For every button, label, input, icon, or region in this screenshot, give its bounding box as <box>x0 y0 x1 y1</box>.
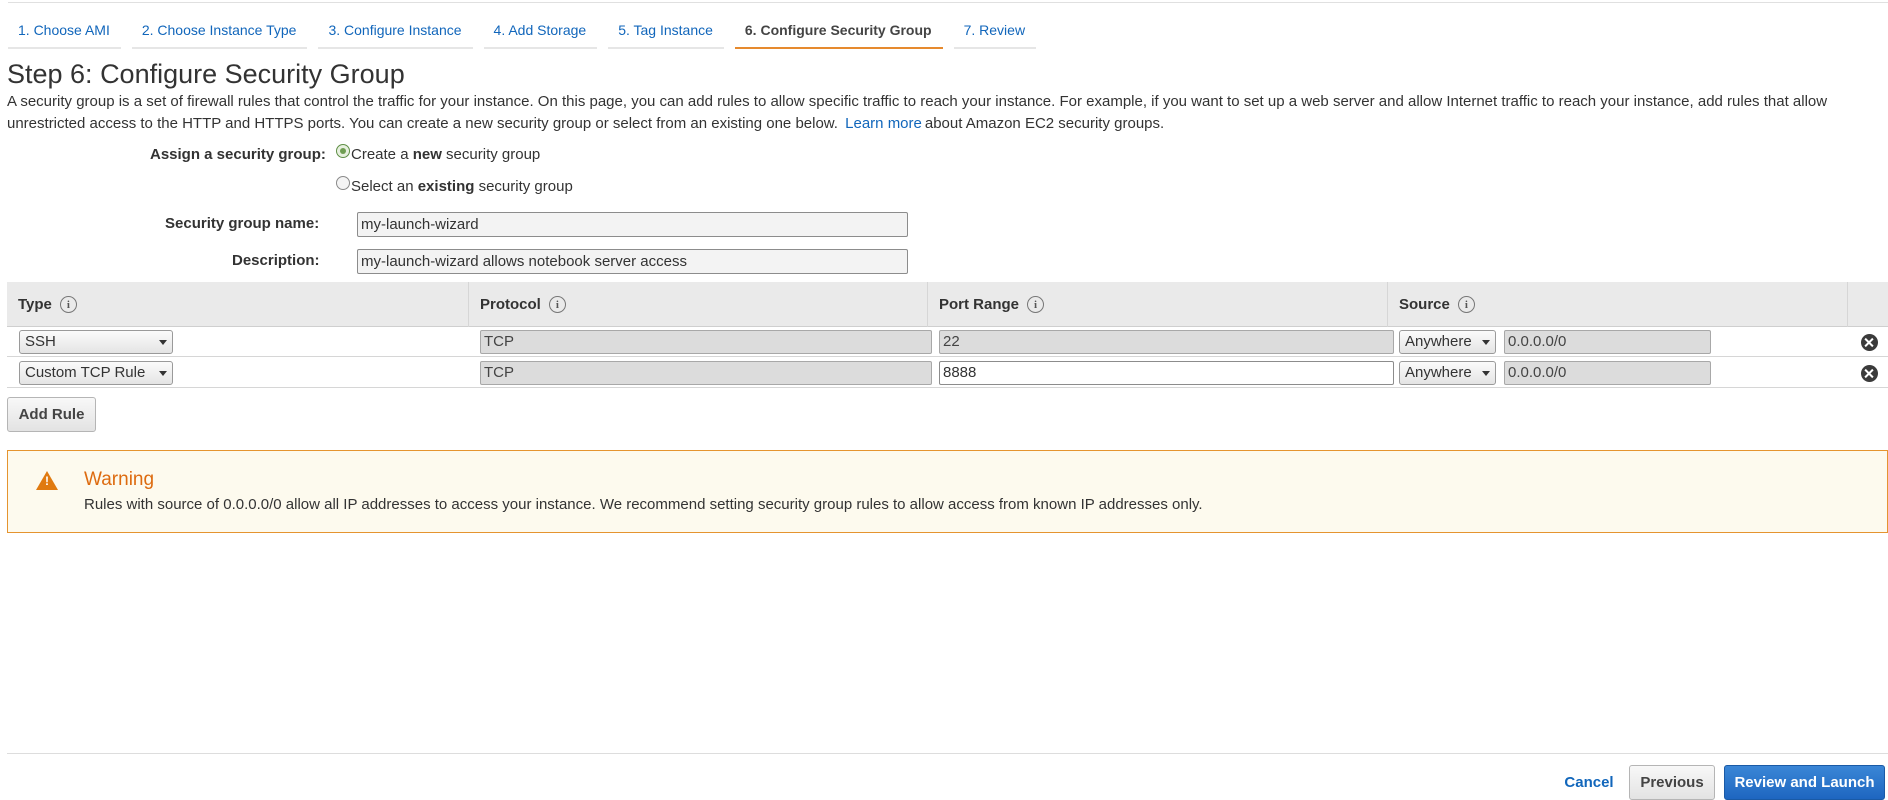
learn-more-link[interactable]: Learn more <box>845 115 922 132</box>
intro-paragraph: A security group is a set of firewall ru… <box>7 91 1879 135</box>
review-and-launch-button[interactable]: Review and Launch <box>1724 765 1885 800</box>
chevron-down-icon <box>159 340 167 345</box>
rule-type-select[interactable]: Custom TCP Rule <box>19 361 173 385</box>
column-header-type: Type i <box>7 282 469 327</box>
description-label: Description: <box>232 252 320 269</box>
rules-table-header: Type i Protocol i Port Range i Source i <box>7 282 1888 327</box>
security-group-name-label: Security group name: <box>165 215 320 232</box>
rule-cidr-field: 0.0.0.0/0 <box>1504 361 1711 385</box>
intro-suffix: about Amazon EC2 security groups. <box>924 115 1165 132</box>
tab-tag-instance[interactable]: 5. Tag Instance <box>608 18 724 49</box>
info-icon[interactable]: i <box>548 296 566 313</box>
footer-divider <box>7 753 1888 754</box>
chevron-down-icon <box>1482 340 1490 345</box>
security-group-name-input[interactable] <box>357 212 908 237</box>
chevron-down-icon <box>1482 371 1490 376</box>
tab-choose-instance-type[interactable]: 2. Choose Instance Type <box>131 18 308 49</box>
cancel-button[interactable]: Cancel <box>1556 765 1622 800</box>
rule-type-select[interactable]: SSH <box>19 330 173 354</box>
rule-port-range-field: 22 <box>939 330 1394 354</box>
warning-alert: ! Warning Rules with source of 0.0.0.0/0… <box>7 450 1888 533</box>
remove-rule-icon[interactable] <box>1861 334 1878 351</box>
rule-protocol-field: TCP <box>480 330 932 354</box>
rule-protocol-field: TCP <box>480 361 932 385</box>
tab-choose-ami[interactable]: 1. Choose AMI <box>8 18 121 49</box>
tab-configure-security-group[interactable]: 6. Configure Security Group <box>734 18 943 49</box>
rule-source-select[interactable]: Anywhere <box>1399 361 1496 385</box>
tab-configure-instance[interactable]: 3. Configure Instance <box>318 18 473 49</box>
radio-new-label: Create a new security group <box>351 146 541 163</box>
radio-button-existing[interactable] <box>336 175 350 190</box>
launch-wizard-page: 1. Choose AMI 2. Choose Instance Type 3.… <box>0 0 1888 800</box>
radio-button-new[interactable] <box>336 143 350 158</box>
warning-title: Warning <box>84 469 155 490</box>
chevron-down-icon <box>159 371 167 376</box>
column-header-port-range: Port Range i <box>928 282 1388 327</box>
warning-icon: ! <box>36 471 58 490</box>
previous-button[interactable]: Previous <box>1629 765 1715 800</box>
remove-rule-icon[interactable] <box>1861 365 1878 382</box>
rule-port-range-input[interactable]: 8888 <box>939 361 1394 385</box>
radio-create-new-group[interactable]: Create a new security group <box>336 143 541 163</box>
assign-security-group-label: Assign a security group: <box>150 146 326 163</box>
table-row: SSH TCP 22 Anywhere 0.0.0.0/0 <box>7 327 1888 357</box>
page-title: Step 6: Configure Security Group <box>7 59 405 89</box>
column-header-protocol: Protocol i <box>469 282 928 327</box>
radio-existing-label: Select an existing security group <box>351 178 573 195</box>
wizard-tabs: 1. Choose AMI 2. Choose Instance Type 3.… <box>8 2 1888 49</box>
info-icon[interactable]: i <box>1457 296 1475 313</box>
radio-select-existing-group[interactable]: Select an existing security group <box>336 175 573 195</box>
table-row: Custom TCP Rule TCP 8888 Anywhere 0.0.0.… <box>7 358 1888 388</box>
rule-source-select[interactable]: Anywhere <box>1399 330 1496 354</box>
column-header-source: Source i <box>1388 282 1848 327</box>
tab-add-storage[interactable]: 4. Add Storage <box>483 18 598 49</box>
info-icon[interactable]: i <box>1027 296 1045 313</box>
description-input[interactable] <box>357 249 908 274</box>
info-icon[interactable]: i <box>59 296 77 313</box>
warning-text: Rules with source of 0.0.0.0/0 allow all… <box>84 496 1203 513</box>
tab-review[interactable]: 7. Review <box>953 18 1037 49</box>
add-rule-button[interactable]: Add Rule <box>7 397 96 432</box>
rule-cidr-field: 0.0.0.0/0 <box>1504 330 1711 354</box>
